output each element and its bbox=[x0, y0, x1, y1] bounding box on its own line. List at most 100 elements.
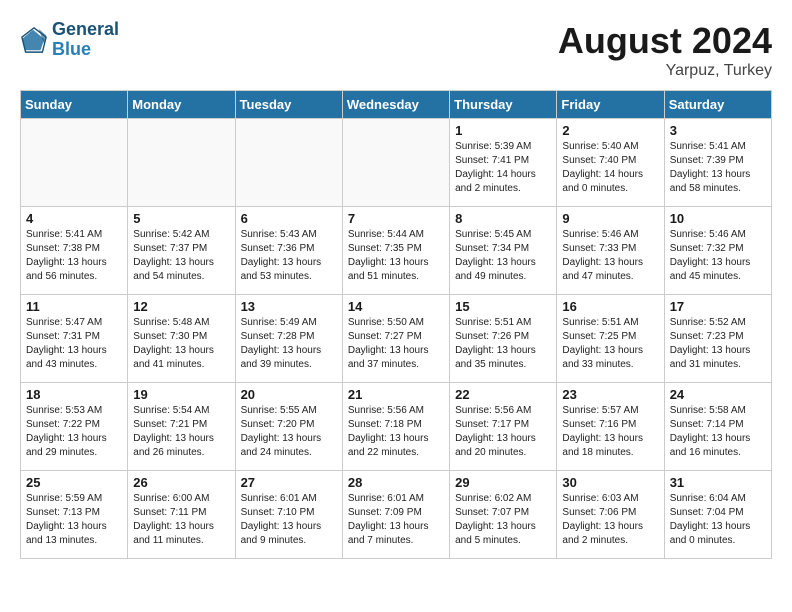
calendar-cell: 25 Sunrise: 5:59 AM Sunset: 7:13 PM Dayli… bbox=[21, 471, 128, 559]
day-number: 29 bbox=[455, 475, 551, 490]
calendar-cell bbox=[21, 119, 128, 207]
day-info: Sunrise: 6:00 AM Sunset: 7:11 PM Dayligh… bbox=[133, 492, 229, 548]
day-info: Sunrise: 5:56 AM Sunset: 7:18 PM Dayligh… bbox=[348, 404, 444, 460]
day-number: 15 bbox=[455, 299, 551, 314]
day-info: Sunrise: 5:51 AM Sunset: 7:25 PM Dayligh… bbox=[562, 316, 658, 372]
calendar-cell: 8 Sunrise: 5:45 AM Sunset: 7:34 PM Daylig… bbox=[450, 207, 557, 295]
calendar-cell: 15 Sunrise: 5:51 AM Sunset: 7:26 PM Dayli… bbox=[450, 295, 557, 383]
day-info: Sunrise: 5:45 AM Sunset: 7:34 PM Dayligh… bbox=[455, 228, 551, 284]
day-info: Sunrise: 5:39 AM Sunset: 7:41 PM Dayligh… bbox=[455, 140, 551, 196]
day-info: Sunrise: 5:44 AM Sunset: 7:35 PM Dayligh… bbox=[348, 228, 444, 284]
weekday-header-saturday: Saturday bbox=[664, 91, 771, 119]
day-info: Sunrise: 5:54 AM Sunset: 7:21 PM Dayligh… bbox=[133, 404, 229, 460]
calendar-cell: 21Sunrise: 5:56 AM Sunset: 7:18 PM Dayli… bbox=[342, 383, 449, 471]
weekday-header-sunday: Sunday bbox=[21, 91, 128, 119]
day-number: 22 bbox=[455, 387, 551, 402]
calendar-cell: 12Sunrise: 5:48 AM Sunset: 7:30 PM Dayli… bbox=[128, 295, 235, 383]
day-info: Sunrise: 5:47 AM Sunset: 7:31 PM Dayligh… bbox=[26, 316, 122, 372]
weekday-header-wednesday: Wednesday bbox=[342, 91, 449, 119]
week-row-5: 25 Sunrise: 5:59 AM Sunset: 7:13 PM Dayli… bbox=[21, 471, 772, 559]
day-info: Sunrise: 5:49 AM Sunset: 7:28 PM Dayligh… bbox=[241, 316, 337, 372]
day-number: 7 bbox=[348, 211, 444, 226]
day-info: Sunrise: 5:56 AM Sunset: 7:17 PM Dayligh… bbox=[455, 404, 551, 460]
day-number: 27 bbox=[241, 475, 337, 490]
calendar-table: SundayMondayTuesdayWednesdayThursdayFrid… bbox=[20, 90, 772, 559]
day-info: Sunrise: 6:01 AM Sunset: 7:09 PM Dayligh… bbox=[348, 492, 444, 548]
calendar-cell: 19 Sunrise: 5:54 AM Sunset: 7:21 PM Dayli… bbox=[128, 383, 235, 471]
day-number: 19 bbox=[133, 387, 229, 402]
calendar-cell: 30 Sunrise: 6:03 AM Sunset: 7:06 PM Dayli… bbox=[557, 471, 664, 559]
calendar-cell: 28 Sunrise: 6:01 AM Sunset: 7:09 PM Dayli… bbox=[342, 471, 449, 559]
calendar-cell: 7 Sunrise: 5:44 AM Sunset: 7:35 PM Daylig… bbox=[342, 207, 449, 295]
location: Yarpuz, Turkey bbox=[558, 62, 772, 80]
logo-icon bbox=[20, 26, 48, 54]
week-row-2: 4 Sunrise: 5:41 AM Sunset: 7:38 PM Daylig… bbox=[21, 207, 772, 295]
day-number: 2 bbox=[562, 123, 658, 138]
day-number: 16 bbox=[562, 299, 658, 314]
day-number: 5 bbox=[133, 211, 229, 226]
day-info: Sunrise: 5:51 AM Sunset: 7:26 PM Dayligh… bbox=[455, 316, 551, 372]
day-number: 26 bbox=[133, 475, 229, 490]
calendar-cell: 17 Sunrise: 5:52 AM Sunset: 7:23 PM Dayli… bbox=[664, 295, 771, 383]
day-number: 10 bbox=[670, 211, 766, 226]
day-number: 4 bbox=[26, 211, 122, 226]
day-number: 8 bbox=[455, 211, 551, 226]
day-info: Sunrise: 5:52 AM Sunset: 7:23 PM Dayligh… bbox=[670, 316, 766, 372]
calendar-cell bbox=[235, 119, 342, 207]
logo-line1: General bbox=[52, 20, 119, 40]
calendar-cell bbox=[342, 119, 449, 207]
day-number: 9 bbox=[562, 211, 658, 226]
page-header: General Blue August 2024 Yarpuz, Turkey bbox=[20, 20, 772, 80]
day-number: 3 bbox=[670, 123, 766, 138]
calendar-cell: 11Sunrise: 5:47 AM Sunset: 7:31 PM Dayli… bbox=[21, 295, 128, 383]
logo-line2: Blue bbox=[52, 40, 119, 60]
calendar-cell: 10 Sunrise: 5:46 AM Sunset: 7:32 PM Dayli… bbox=[664, 207, 771, 295]
calendar-cell: 27 Sunrise: 6:01 AM Sunset: 7:10 PM Dayli… bbox=[235, 471, 342, 559]
day-number: 25 bbox=[26, 475, 122, 490]
calendar-cell: 18Sunrise: 5:53 AM Sunset: 7:22 PM Dayli… bbox=[21, 383, 128, 471]
day-info: Sunrise: 5:42 AM Sunset: 7:37 PM Dayligh… bbox=[133, 228, 229, 284]
day-info: Sunrise: 5:46 AM Sunset: 7:32 PM Dayligh… bbox=[670, 228, 766, 284]
calendar-cell: 3 Sunrise: 5:41 AM Sunset: 7:39 PM Daylig… bbox=[664, 119, 771, 207]
day-info: Sunrise: 6:04 AM Sunset: 7:04 PM Dayligh… bbox=[670, 492, 766, 548]
weekday-header-tuesday: Tuesday bbox=[235, 91, 342, 119]
calendar-cell: 16 Sunrise: 5:51 AM Sunset: 7:25 PM Dayli… bbox=[557, 295, 664, 383]
week-row-4: 18Sunrise: 5:53 AM Sunset: 7:22 PM Dayli… bbox=[21, 383, 772, 471]
weekday-header-friday: Friday bbox=[557, 91, 664, 119]
day-info: Sunrise: 6:03 AM Sunset: 7:06 PM Dayligh… bbox=[562, 492, 658, 548]
calendar-cell: 20Sunrise: 5:55 AM Sunset: 7:20 PM Dayli… bbox=[235, 383, 342, 471]
day-number: 30 bbox=[562, 475, 658, 490]
day-info: Sunrise: 5:57 AM Sunset: 7:16 PM Dayligh… bbox=[562, 404, 658, 460]
day-info: Sunrise: 5:48 AM Sunset: 7:30 PM Dayligh… bbox=[133, 316, 229, 372]
calendar-cell: 31Sunrise: 6:04 AM Sunset: 7:04 PM Dayli… bbox=[664, 471, 771, 559]
weekday-header-monday: Monday bbox=[128, 91, 235, 119]
logo: General Blue bbox=[20, 20, 119, 60]
weekday-header-row: SundayMondayTuesdayWednesdayThursdayFrid… bbox=[21, 91, 772, 119]
day-info: Sunrise: 5:50 AM Sunset: 7:27 PM Dayligh… bbox=[348, 316, 444, 372]
day-info: Sunrise: 6:01 AM Sunset: 7:10 PM Dayligh… bbox=[241, 492, 337, 548]
day-info: Sunrise: 5:41 AM Sunset: 7:38 PM Dayligh… bbox=[26, 228, 122, 284]
calendar-cell: 9Sunrise: 5:46 AM Sunset: 7:33 PM Daylig… bbox=[557, 207, 664, 295]
day-info: Sunrise: 5:43 AM Sunset: 7:36 PM Dayligh… bbox=[241, 228, 337, 284]
calendar-cell: 24Sunrise: 5:58 AM Sunset: 7:14 PM Dayli… bbox=[664, 383, 771, 471]
day-number: 20 bbox=[241, 387, 337, 402]
day-info: Sunrise: 5:58 AM Sunset: 7:14 PM Dayligh… bbox=[670, 404, 766, 460]
day-number: 23 bbox=[562, 387, 658, 402]
calendar-cell: 6 Sunrise: 5:43 AM Sunset: 7:36 PM Daylig… bbox=[235, 207, 342, 295]
day-info: Sunrise: 5:41 AM Sunset: 7:39 PM Dayligh… bbox=[670, 140, 766, 196]
calendar-cell: 23 Sunrise: 5:57 AM Sunset: 7:16 PM Dayli… bbox=[557, 383, 664, 471]
day-info: Sunrise: 5:40 AM Sunset: 7:40 PM Dayligh… bbox=[562, 140, 658, 196]
calendar-cell: 2 Sunrise: 5:40 AM Sunset: 7:40 PM Daylig… bbox=[557, 119, 664, 207]
day-number: 1 bbox=[455, 123, 551, 138]
day-info: Sunrise: 5:59 AM Sunset: 7:13 PM Dayligh… bbox=[26, 492, 122, 548]
day-number: 28 bbox=[348, 475, 444, 490]
day-info: Sunrise: 6:02 AM Sunset: 7:07 PM Dayligh… bbox=[455, 492, 551, 548]
title-block: August 2024 Yarpuz, Turkey bbox=[558, 20, 772, 80]
calendar-cell: 14Sunrise: 5:50 AM Sunset: 7:27 PM Dayli… bbox=[342, 295, 449, 383]
day-number: 6 bbox=[241, 211, 337, 226]
logo-text: General Blue bbox=[52, 20, 119, 60]
calendar-cell: 13Sunrise: 5:49 AM Sunset: 7:28 PM Dayli… bbox=[235, 295, 342, 383]
day-number: 17 bbox=[670, 299, 766, 314]
calendar-cell: 29 Sunrise: 6:02 AM Sunset: 7:07 PM Dayli… bbox=[450, 471, 557, 559]
month-year: August 2024 bbox=[558, 20, 772, 62]
